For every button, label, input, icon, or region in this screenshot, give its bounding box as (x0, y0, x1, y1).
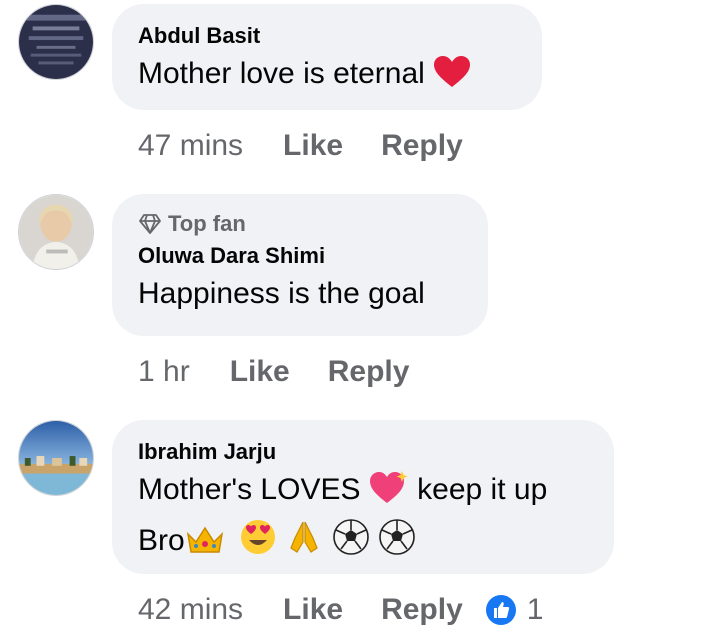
red-heart-icon (433, 55, 471, 102)
comment-text: Mother's LOVES keep it up Bro (138, 468, 588, 569)
comment-text: Happiness is the goal (138, 277, 425, 310)
comment-bubble: Abdul Basit Mother love is eternal (112, 4, 542, 110)
author-name[interactable]: Ibrahim Jarju (138, 438, 588, 466)
thumbs-up-icon (485, 595, 516, 625)
reply-button[interactable]: Reply (328, 355, 410, 389)
badge-label: Top fan (168, 211, 246, 236)
comment-text-line2: Bro (138, 524, 185, 557)
comment-bubble: Top fan Oluwa Dara Shimi Happiness is th… (112, 194, 488, 336)
top-fan-badge: Top fan (138, 210, 462, 238)
reaction-summary[interactable]: 1 (485, 593, 544, 627)
avatar[interactable] (18, 194, 94, 270)
timestamp[interactable]: 42 mins (138, 593, 243, 627)
avatar[interactable] (18, 420, 94, 496)
soccer-ball-icon (332, 518, 370, 569)
crown-icon (185, 524, 225, 569)
comment-actions: 47 mins Like Reply (138, 126, 463, 166)
reply-button[interactable]: Reply (381, 593, 463, 627)
comment-text-content: Mother love is eternal (138, 57, 425, 90)
comment-text: Mother love is eternal (138, 52, 516, 102)
like-button[interactable]: Like (283, 129, 343, 163)
comment-text-line1: Mother's LOVES (138, 473, 361, 506)
timestamp[interactable]: 47 mins (138, 129, 243, 163)
comment-bubble: Ibrahim Jarju Mother's LOVES keep it up … (112, 420, 614, 574)
reply-button[interactable]: Reply (381, 129, 463, 163)
author-name[interactable]: Abdul Basit (138, 22, 516, 50)
like-button[interactable]: Like (230, 355, 290, 389)
comment-actions: 42 mins Like Reply 1 (138, 590, 543, 630)
soccer-ball-icon (378, 518, 416, 569)
avatar[interactable] (18, 4, 94, 80)
timestamp[interactable]: 1 hr (138, 355, 190, 389)
diamond-icon (139, 214, 161, 234)
author-name[interactable]: Oluwa Dara Shimi (138, 242, 462, 270)
like-button[interactable]: Like (283, 593, 343, 627)
comment-text-line1-after: keep it up (417, 473, 548, 506)
folded-hands-icon (285, 518, 323, 569)
heart-eyes-icon (239, 518, 277, 569)
reaction-count: 1 (526, 593, 544, 626)
sparkling-heart-icon (369, 469, 409, 518)
comment-actions: 1 hr Like Reply (138, 352, 409, 392)
